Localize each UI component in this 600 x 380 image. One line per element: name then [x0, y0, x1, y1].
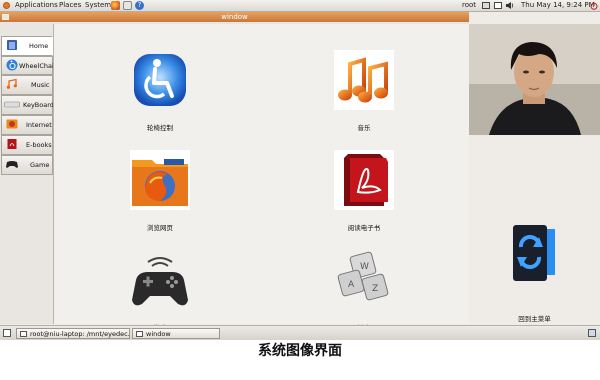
sidebar-item-label: KeyBoard — [23, 101, 54, 109]
svg-text:A: A — [348, 280, 355, 290]
back-to-main-menu-label: 回到主菜单 — [518, 315, 551, 323]
tile-label: 浏览网页 — [147, 224, 173, 232]
window-menu-icon[interactable] — [2, 14, 9, 20]
tile-ebook[interactable]: 阅读电子书 — [294, 150, 434, 234]
tile-music[interactable]: 音乐 — [294, 50, 434, 134]
music-icon — [6, 78, 17, 89]
wheelchair-icon — [134, 54, 186, 106]
tile-wheelchair[interactable]: 轮椅控制 — [90, 50, 230, 134]
network-icon[interactable] — [482, 2, 490, 9]
mail-tray-icon[interactable] — [494, 2, 502, 9]
taskbar-item-terminal[interactable]: root@niu-laptop: /mnt/eyedec... — [16, 328, 130, 339]
tile-browser[interactable]: 浏览网页 — [90, 150, 230, 234]
tile-game[interactable]: 游戏 — [90, 250, 230, 334]
sidebar-item-label: Music — [31, 81, 50, 89]
sidebar-item-internet[interactable]: Internet — [1, 115, 53, 135]
main-window: window Home WheelChair Music KeyBoard In… — [0, 12, 469, 332]
firefox-icon[interactable] — [111, 1, 120, 10]
show-desktop-icon[interactable] — [3, 329, 11, 337]
keyboard-icon — [4, 101, 20, 108]
music-icon — [334, 50, 394, 110]
internet-icon — [6, 119, 18, 129]
home-icon — [7, 40, 17, 50]
terminal-icon — [20, 331, 27, 337]
keyboard-icon: W A Z — [337, 251, 389, 301]
sidebar-item-home[interactable]: Home — [1, 36, 53, 56]
ubuntu-logo-icon[interactable] — [3, 2, 10, 9]
figure-caption: 系统图像界面 — [258, 343, 342, 359]
sidebar-item-label: Home — [29, 42, 49, 50]
sidebar-item-label: Internet — [26, 121, 52, 129]
sidebar-item-keyboard[interactable]: KeyBoard — [1, 95, 54, 115]
gamepad-icon — [132, 257, 188, 306]
top-panel: Applications Places System ? root Thu Ma… — [0, 0, 600, 12]
firefox-folder-icon — [130, 150, 190, 210]
system-menu[interactable]: System — [85, 0, 111, 11]
tile-keyboard[interactable]: W A Z 键盘 — [294, 250, 434, 334]
desktop-screen: Applications Places System ? root Thu Ma… — [0, 0, 600, 340]
taskbar-item-label: window — [146, 330, 171, 338]
user-name[interactable]: root — [462, 0, 476, 11]
main-menu-grid: 轮椅控制 音乐 浏览网页 阅读电子书 W A Z — [53, 24, 469, 332]
applications-menu[interactable]: Applications — [15, 0, 58, 11]
webcam-preview — [469, 24, 600, 135]
trash-icon[interactable] — [588, 329, 596, 337]
wheelchair-icon — [6, 59, 18, 71]
webcam-image — [469, 24, 600, 135]
back-to-main-menu-button[interactable] — [511, 223, 557, 283]
sidebar-item-ebooks[interactable]: E-books — [1, 135, 53, 155]
sidebar-item-music[interactable]: Music — [1, 75, 53, 95]
sidebar: Home WheelChair Music KeyBoard Internet … — [1, 24, 57, 324]
bottom-panel: root@niu-laptop: /mnt/eyedec... window — [0, 325, 600, 340]
power-icon[interactable] — [590, 2, 598, 10]
tile-label: 阅读电子书 — [347, 224, 381, 232]
tile-label: 音乐 — [357, 124, 371, 132]
gamepad-icon — [6, 161, 18, 168]
right-panel: 回到主菜单 — [469, 12, 600, 324]
sidebar-item-wheelchair[interactable]: WheelChair — [1, 56, 57, 75]
mail-icon[interactable] — [123, 1, 132, 10]
sidebar-item-label: WheelChair — [19, 62, 57, 70]
svg-text:Z: Z — [372, 284, 378, 294]
taskbar-item-label: root@niu-laptop: /mnt/eyedec... — [30, 330, 130, 338]
pdf-reader-icon — [334, 150, 394, 210]
sidebar-item-label: Game — [30, 161, 50, 169]
ebook-icon — [7, 139, 17, 149]
help-icon[interactable]: ? — [135, 1, 144, 10]
sidebar-item-label: E-books — [26, 141, 52, 149]
clock[interactable]: Thu May 14, 9:24 PM — [521, 0, 595, 11]
svg-text:W: W — [360, 262, 369, 272]
window-titlebar[interactable]: window — [0, 12, 469, 22]
taskbar-item-window[interactable]: window — [132, 328, 220, 339]
places-menu[interactable]: Places — [59, 0, 81, 11]
sidebar-item-game[interactable]: Game — [1, 155, 53, 175]
tile-label: 轮椅控制 — [147, 124, 173, 132]
window-title: window — [221, 13, 248, 21]
volume-icon[interactable] — [506, 2, 514, 9]
window-icon — [136, 331, 143, 337]
refresh-back-icon — [513, 225, 555, 281]
